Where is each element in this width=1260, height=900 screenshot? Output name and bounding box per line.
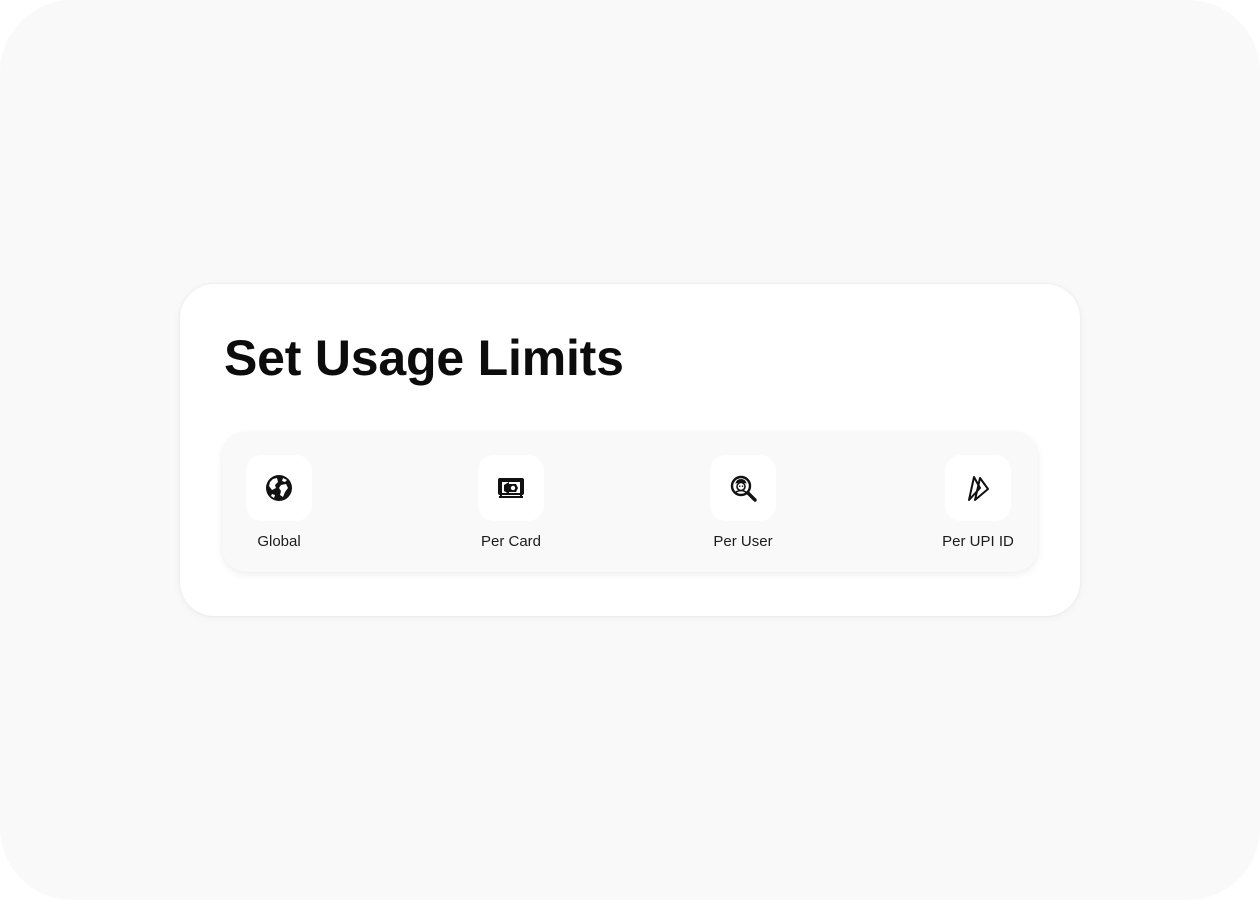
- option-tile: [710, 455, 776, 521]
- page-title: Set Usage Limits: [224, 330, 624, 386]
- card-icon: [498, 478, 524, 498]
- option-per-upi-id[interactable]: Per UPI ID: [918, 455, 1038, 555]
- option-label: Global: [257, 533, 301, 550]
- option-tile: [246, 455, 312, 521]
- usage-limits-card: Set Usage Limits Global Per Card Per Use…: [180, 284, 1080, 616]
- option-per-user[interactable]: Per User: [683, 455, 803, 555]
- option-tile: [478, 455, 544, 521]
- user-search-icon: [730, 475, 757, 502]
- option-global[interactable]: Global: [222, 455, 339, 555]
- page-background: Set Usage Limits Global Per Card Per Use…: [0, 0, 1260, 900]
- globe-icon: [266, 475, 292, 501]
- option-tile: [945, 455, 1011, 521]
- limit-type-selector: Global Per Card Per User Per UPI ID: [222, 432, 1038, 572]
- option-per-card[interactable]: Per Card: [451, 455, 571, 555]
- upi-icon: [968, 476, 989, 501]
- option-label: Per Card: [480, 533, 542, 550]
- option-label: Per User: [713, 533, 773, 550]
- option-label: Per UPI ID: [942, 533, 1014, 550]
